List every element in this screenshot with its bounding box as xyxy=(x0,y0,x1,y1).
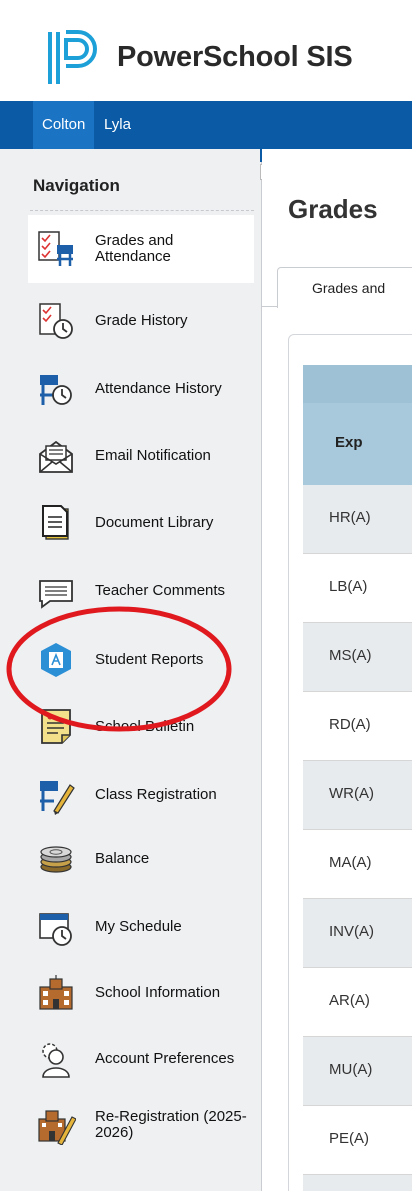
re-registration-icon xyxy=(38,1110,76,1145)
table-row: RD(A) xyxy=(303,692,412,761)
school-bulletin-icon xyxy=(41,709,71,744)
nav-label: Balance xyxy=(95,850,150,867)
table-header-band xyxy=(303,365,412,403)
table-header-exp: Exp xyxy=(303,403,412,485)
navigation-sidebar: Navigation Grades and Attendance Grade H… xyxy=(0,149,262,1191)
nav-item-attendance-history[interactable]: Attendance History xyxy=(28,355,254,423)
balance-icon xyxy=(40,846,72,873)
table-row xyxy=(303,1175,412,1191)
table-row: MU(A) xyxy=(303,1037,412,1106)
table-row: AR(A) xyxy=(303,968,412,1037)
tab-label: Grades and xyxy=(312,280,386,296)
nav-label: Grades and Attendance xyxy=(95,232,174,265)
nav-item-re-registration[interactable]: Re-Registration (2025-2026) xyxy=(28,1091,254,1159)
table-row: PE(A) xyxy=(303,1106,412,1175)
nav-item-document-library[interactable]: Document Library xyxy=(28,489,254,557)
nav-item-balance[interactable]: Balance xyxy=(28,825,254,893)
my-schedule-icon xyxy=(39,913,72,946)
document-library-icon xyxy=(42,505,69,540)
app-title: PowerSchool SIS xyxy=(117,41,353,73)
nav-label: Attendance History xyxy=(95,380,222,397)
nav-item-teacher-comments[interactable]: Teacher Comments xyxy=(28,557,254,625)
tab-grades-and-attendance[interactable]: Grades and xyxy=(277,267,412,308)
nav-label: Grade History xyxy=(95,312,188,329)
nav-label: Teacher Comments xyxy=(95,582,226,599)
table-row: LB(A) xyxy=(303,554,412,623)
nav-item-student-reports[interactable]: Student Reports xyxy=(28,626,254,694)
teacher-comments-icon xyxy=(39,580,73,609)
nav-item-account-preferences[interactable]: Account Preferences xyxy=(28,1025,254,1093)
nav-label: Document Library xyxy=(95,514,214,531)
table-row: HR(A) xyxy=(303,485,412,554)
app-header: PowerSchool SIS xyxy=(0,0,412,100)
page-title: Grades xyxy=(288,194,378,224)
nav-label: Account Preferences xyxy=(95,1050,235,1067)
grades-attendance-icon xyxy=(38,231,73,266)
attendance-history-icon xyxy=(40,375,72,405)
nav-label: Class Registration xyxy=(95,786,217,803)
tab-row: Grades and xyxy=(262,267,412,308)
navigation-heading: Navigation xyxy=(33,176,120,195)
account-preferences-icon xyxy=(42,1043,70,1078)
school-information-icon xyxy=(39,975,73,1010)
nav-label: School Bulletin xyxy=(95,718,195,735)
powerschool-logo-icon[interactable] xyxy=(44,28,104,88)
student-reports-icon xyxy=(41,643,71,677)
student-tab-colton[interactable]: Colton xyxy=(33,101,95,149)
nav-label: My Schedule xyxy=(95,918,182,935)
table-row: INV(A) xyxy=(303,899,412,968)
navigation-divider xyxy=(30,210,254,211)
email-notification-icon xyxy=(39,440,73,473)
nav-label: Student Reports xyxy=(95,651,204,668)
table-row: MS(A) xyxy=(303,623,412,692)
table-row: MA(A) xyxy=(303,830,412,899)
table-row: WR(A) xyxy=(303,761,412,830)
main-content: Grades Grades and Exp HR(A) LB(A) MS(A) … xyxy=(262,149,412,1191)
nav-label: Email Notification xyxy=(95,447,211,464)
nav-item-school-bulletin[interactable]: School Bulletin xyxy=(28,693,254,761)
nav-item-grades-and-attendance[interactable]: Grades and Attendance xyxy=(28,215,254,283)
grade-history-icon xyxy=(39,303,73,339)
nav-label: Re-Registration (2025-2026) xyxy=(95,1108,247,1141)
student-selector-bar: Colton Lyla xyxy=(0,101,412,149)
nav-item-email-notification[interactable]: Email Notification xyxy=(28,422,254,490)
nav-item-grade-history[interactable]: Grade History xyxy=(28,287,254,355)
nav-label: School Information xyxy=(95,984,221,1001)
nav-item-school-information[interactable]: School Information xyxy=(28,959,254,1027)
nav-item-class-registration[interactable]: Class Registration xyxy=(28,761,254,829)
nav-item-my-schedule[interactable]: My Schedule xyxy=(28,893,254,961)
student-tab-lyla[interactable]: Lyla xyxy=(95,101,140,149)
class-registration-icon xyxy=(40,781,75,815)
